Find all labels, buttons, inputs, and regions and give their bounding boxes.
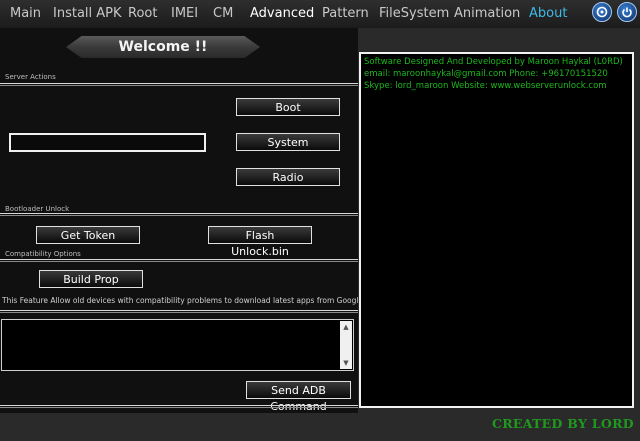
welcome-banner: Welcome !! <box>66 36 260 58</box>
top-nav-bar: Main Install APK Root IMEI CM Advanced P… <box>0 0 640 28</box>
tab-install-apk[interactable]: Install APK <box>53 6 122 21</box>
get-token-button[interactable]: Get Token <box>36 226 140 244</box>
divider <box>0 83 358 86</box>
console-line: Skype: lord_maroon Website: www.webserve… <box>364 81 607 91</box>
power-button[interactable] <box>617 2 637 22</box>
console-line: email: maroonhaykal@gmail.com Phone: +96… <box>364 69 608 79</box>
compatibility-options-label: Compatibility Options <box>5 250 81 258</box>
radio-button[interactable]: Radio <box>236 168 340 186</box>
info-button[interactable] <box>592 2 612 22</box>
server-action-input[interactable] <box>9 133 206 152</box>
build-prop-button[interactable]: Build Prop <box>39 270 143 288</box>
tab-imei[interactable]: IMEI <box>171 6 198 21</box>
system-button[interactable]: System <box>236 133 340 151</box>
send-adb-command-button[interactable]: Send ADB Command <box>246 381 351 413</box>
server-actions-label: Server Actions <box>5 73 56 81</box>
divider <box>0 259 358 262</box>
scroll-down-icon[interactable]: ▼ <box>341 358 351 368</box>
about-console: Software Designed And Developed by Maroo… <box>359 52 634 408</box>
tab-pattern[interactable]: Pattern <box>322 6 369 21</box>
tab-cm[interactable]: CM <box>213 6 233 21</box>
tab-advanced[interactable]: Advanced <box>250 6 314 21</box>
tab-main[interactable]: Main <box>10 6 41 21</box>
divider <box>0 405 358 408</box>
tab-animation[interactable]: Animation <box>454 6 520 21</box>
compatibility-info-text: This Feature Allow old devices with comp… <box>2 296 396 305</box>
divider <box>0 310 358 313</box>
tab-about[interactable]: About <box>529 6 567 21</box>
flash-unlock-button[interactable]: Flash Unlock.bin <box>208 226 312 258</box>
scroll-up-icon[interactable]: ▲ <box>341 322 351 332</box>
console-line: Software Designed And Developed by Maroo… <box>364 57 623 67</box>
boot-button[interactable]: Boot <box>236 98 340 116</box>
textarea-scrollbar[interactable]: ▲ ▼ <box>340 321 352 369</box>
divider <box>0 213 358 216</box>
credit-text: CREATED BY LORD <box>492 416 634 431</box>
adb-command-textarea[interactable]: ▲ ▼ <box>1 319 354 371</box>
info-icon <box>596 6 608 18</box>
tab-root[interactable]: Root <box>128 6 157 21</box>
tab-filesystem[interactable]: FileSystem <box>379 6 449 21</box>
power-icon <box>622 7 632 18</box>
bootloader-unlock-label: Bootloader Unlock <box>5 205 70 213</box>
